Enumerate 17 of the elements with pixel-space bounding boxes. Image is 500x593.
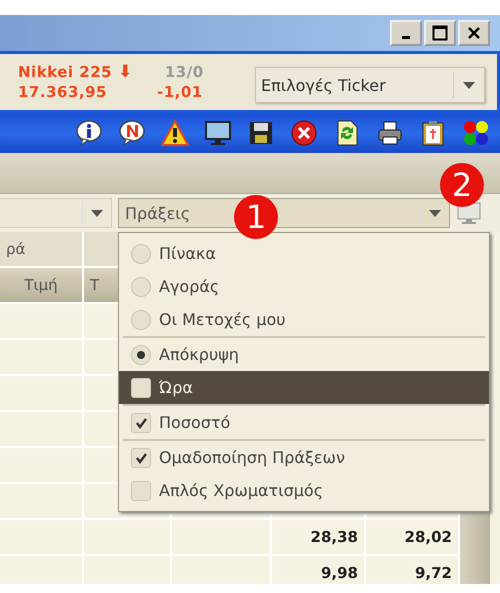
menu-item-label: Απλός Χρωματισμός [159, 481, 324, 500]
menu-item-label: Απόκρυψη [159, 345, 239, 364]
ticker-value: 17.363,95 [18, 83, 107, 101]
menu-item-label: Ώρα [159, 378, 193, 397]
table-cell: 9,98 [272, 556, 366, 590]
header-cell: ρά [0, 232, 84, 266]
header-cell: Τιμή [0, 268, 84, 302]
ticker-change: -1,01 [156, 83, 203, 101]
menu-item-label: Πίνακα [159, 244, 216, 263]
table-cell: 28,38 [272, 520, 366, 554]
menu-item-label: Ποσοστό [159, 413, 230, 432]
ticker-date: 13/0 [164, 63, 204, 81]
menu-item-label: Ομαδοποίηση Πράξεων [159, 448, 345, 467]
ticker-name: Nikkei 225 [18, 63, 112, 81]
menu-item-label: Οι Μετοχές μου [159, 310, 286, 329]
trend-arrow: ⬇ [118, 64, 133, 80]
dropdown-label: Επιλογές Ticker [260, 76, 387, 94]
